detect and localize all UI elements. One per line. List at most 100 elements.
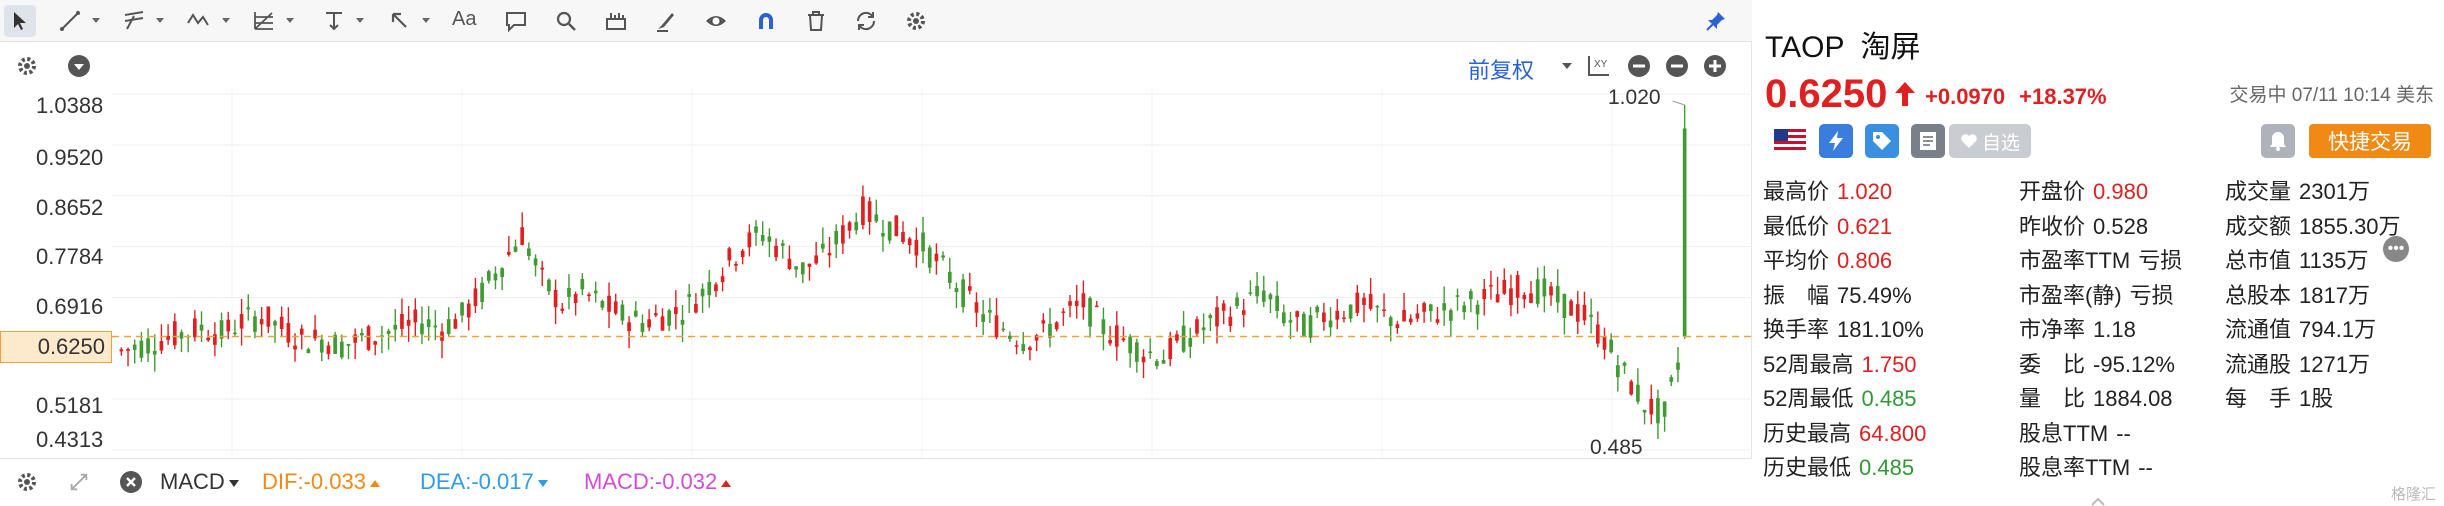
ticker-symbol: TAOP (1765, 31, 1845, 64)
candle-body (1442, 303, 1446, 311)
candle-body (807, 263, 812, 267)
stat-label: 成交额 (2225, 213, 2292, 239)
wave-tool-icon[interactable] (182, 5, 214, 37)
add-watchlist-button[interactable]: 自选 (1949, 124, 2031, 158)
candle-body (1021, 344, 1026, 352)
pin-icon[interactable] (1700, 5, 1732, 37)
price-adjust-select[interactable]: 前复权 (1468, 53, 1534, 85)
macd-histogram-value: MACD:-0.032 (584, 469, 732, 495)
collapse-icon[interactable] (66, 53, 92, 79)
quote-panel: TAOP 淘屏 0.6250 +0.0970 +18.37% 交易中 07/11 1… (1753, 0, 2444, 506)
price-change: +0.0970 +18.37% (1925, 84, 2107, 110)
stat-item: 最低价 0.621 (1763, 209, 1892, 241)
chevron-down-icon[interactable] (222, 18, 230, 23)
more-icon[interactable]: ••• (2383, 236, 2409, 262)
magnet-icon[interactable] (750, 5, 782, 37)
candle-body (707, 281, 712, 296)
candle-body (600, 301, 605, 308)
chevron-down-icon[interactable] (1562, 63, 1572, 69)
candle-body (814, 255, 818, 264)
candle-body (1074, 300, 1079, 306)
settings-icon[interactable] (14, 469, 40, 495)
stat-value: 794.1万 (2299, 317, 2377, 342)
stat-label: 52周最低 (1763, 386, 1854, 411)
candle-body (593, 290, 598, 294)
candle-body (1181, 325, 1186, 352)
stat-label: 总股本 (2225, 282, 2292, 308)
candle-body (500, 268, 504, 278)
candle-body (1195, 319, 1199, 334)
expand-icon[interactable] (66, 469, 92, 495)
chevron-down-icon[interactable] (156, 18, 164, 23)
stat-item: 流通股 1271万 (2225, 347, 2370, 379)
candle-body (1589, 314, 1593, 317)
candle-body (1462, 305, 1467, 313)
text-tool-icon[interactable]: Aa (452, 8, 476, 31)
candle-body (513, 246, 518, 252)
candle-body (1529, 293, 1533, 303)
chevron-down-icon[interactable] (422, 18, 430, 23)
lightning-icon[interactable] (1819, 124, 1853, 158)
chevron-down-icon[interactable] (286, 18, 294, 23)
stat-item: 股息TTM -- (2019, 416, 2131, 448)
stat-value: 2301万 (2299, 179, 2370, 204)
candle-body (727, 248, 732, 261)
line-tool-icon[interactable] (54, 5, 86, 37)
tag-icon[interactable] (1865, 124, 1899, 158)
alert-button[interactable] (2261, 124, 2295, 158)
last-price: 0.6250 (1765, 72, 1888, 116)
stat-label: 昨收价 (2019, 213, 2086, 239)
stat-item: 开盘价 0.980 (2019, 174, 2148, 206)
candle-body (1061, 311, 1066, 313)
candle-body (613, 301, 618, 314)
candle-body (927, 247, 932, 268)
notes-icon[interactable] (1911, 124, 1945, 158)
sync-icon[interactable] (850, 5, 882, 37)
quick-trade-button[interactable]: 快捷交易 (2309, 124, 2431, 158)
settings-icon[interactable] (14, 53, 40, 79)
stat-value: 0.485 (1859, 455, 1915, 480)
chevron-down-icon[interactable] (356, 18, 364, 23)
candle-body (293, 345, 297, 350)
candle-body (1408, 318, 1413, 323)
stat-item: 历史最低 0.485 (1763, 450, 1914, 482)
chevron-down-icon[interactable] (92, 18, 100, 23)
channel-tool-icon[interactable] (118, 5, 150, 37)
axis-scale-icon[interactable]: XY (1586, 53, 1612, 79)
candle-body (406, 319, 411, 326)
candle-body (680, 319, 685, 325)
close-icon[interactable] (118, 469, 144, 495)
fib-tool-icon[interactable] (248, 5, 280, 37)
measure-icon[interactable] (600, 5, 632, 37)
candle-body (527, 248, 531, 257)
candle-body (854, 221, 859, 231)
candle-body (633, 310, 638, 317)
candle-body (400, 314, 404, 329)
candle-body (1148, 351, 1153, 354)
candle-body (1315, 306, 1320, 313)
svg-text:XY: XY (1594, 59, 1608, 70)
hline-tool-icon[interactable] (318, 5, 350, 37)
candle-body (1175, 334, 1179, 341)
candlestick-chart[interactable] (112, 88, 1752, 458)
gear-icon[interactable] (900, 5, 932, 37)
candle-body (760, 234, 765, 242)
arrow-tool-icon[interactable] (384, 5, 416, 37)
trash-icon[interactable] (800, 5, 832, 37)
zoom-fit-icon[interactable] (1626, 53, 1652, 79)
candle-body (493, 273, 498, 281)
chevron-up-icon[interactable] (2091, 496, 2105, 506)
macd-indicator-select[interactable]: MACD (160, 469, 239, 495)
stat-value: 1.750 (1861, 351, 1917, 377)
eye-icon[interactable] (700, 5, 732, 37)
candle-body (1415, 313, 1420, 319)
zoom-out-icon[interactable] (1664, 53, 1690, 79)
candle-body (560, 308, 565, 311)
candle-body (881, 232, 885, 237)
cursor-icon[interactable] (4, 5, 36, 37)
us-flag-icon[interactable] (1773, 124, 1807, 158)
zoom-in-icon[interactable] (1702, 53, 1728, 79)
comment-icon[interactable] (500, 5, 532, 37)
brush-icon[interactable] (650, 5, 682, 37)
search-icon[interactable] (550, 5, 582, 37)
